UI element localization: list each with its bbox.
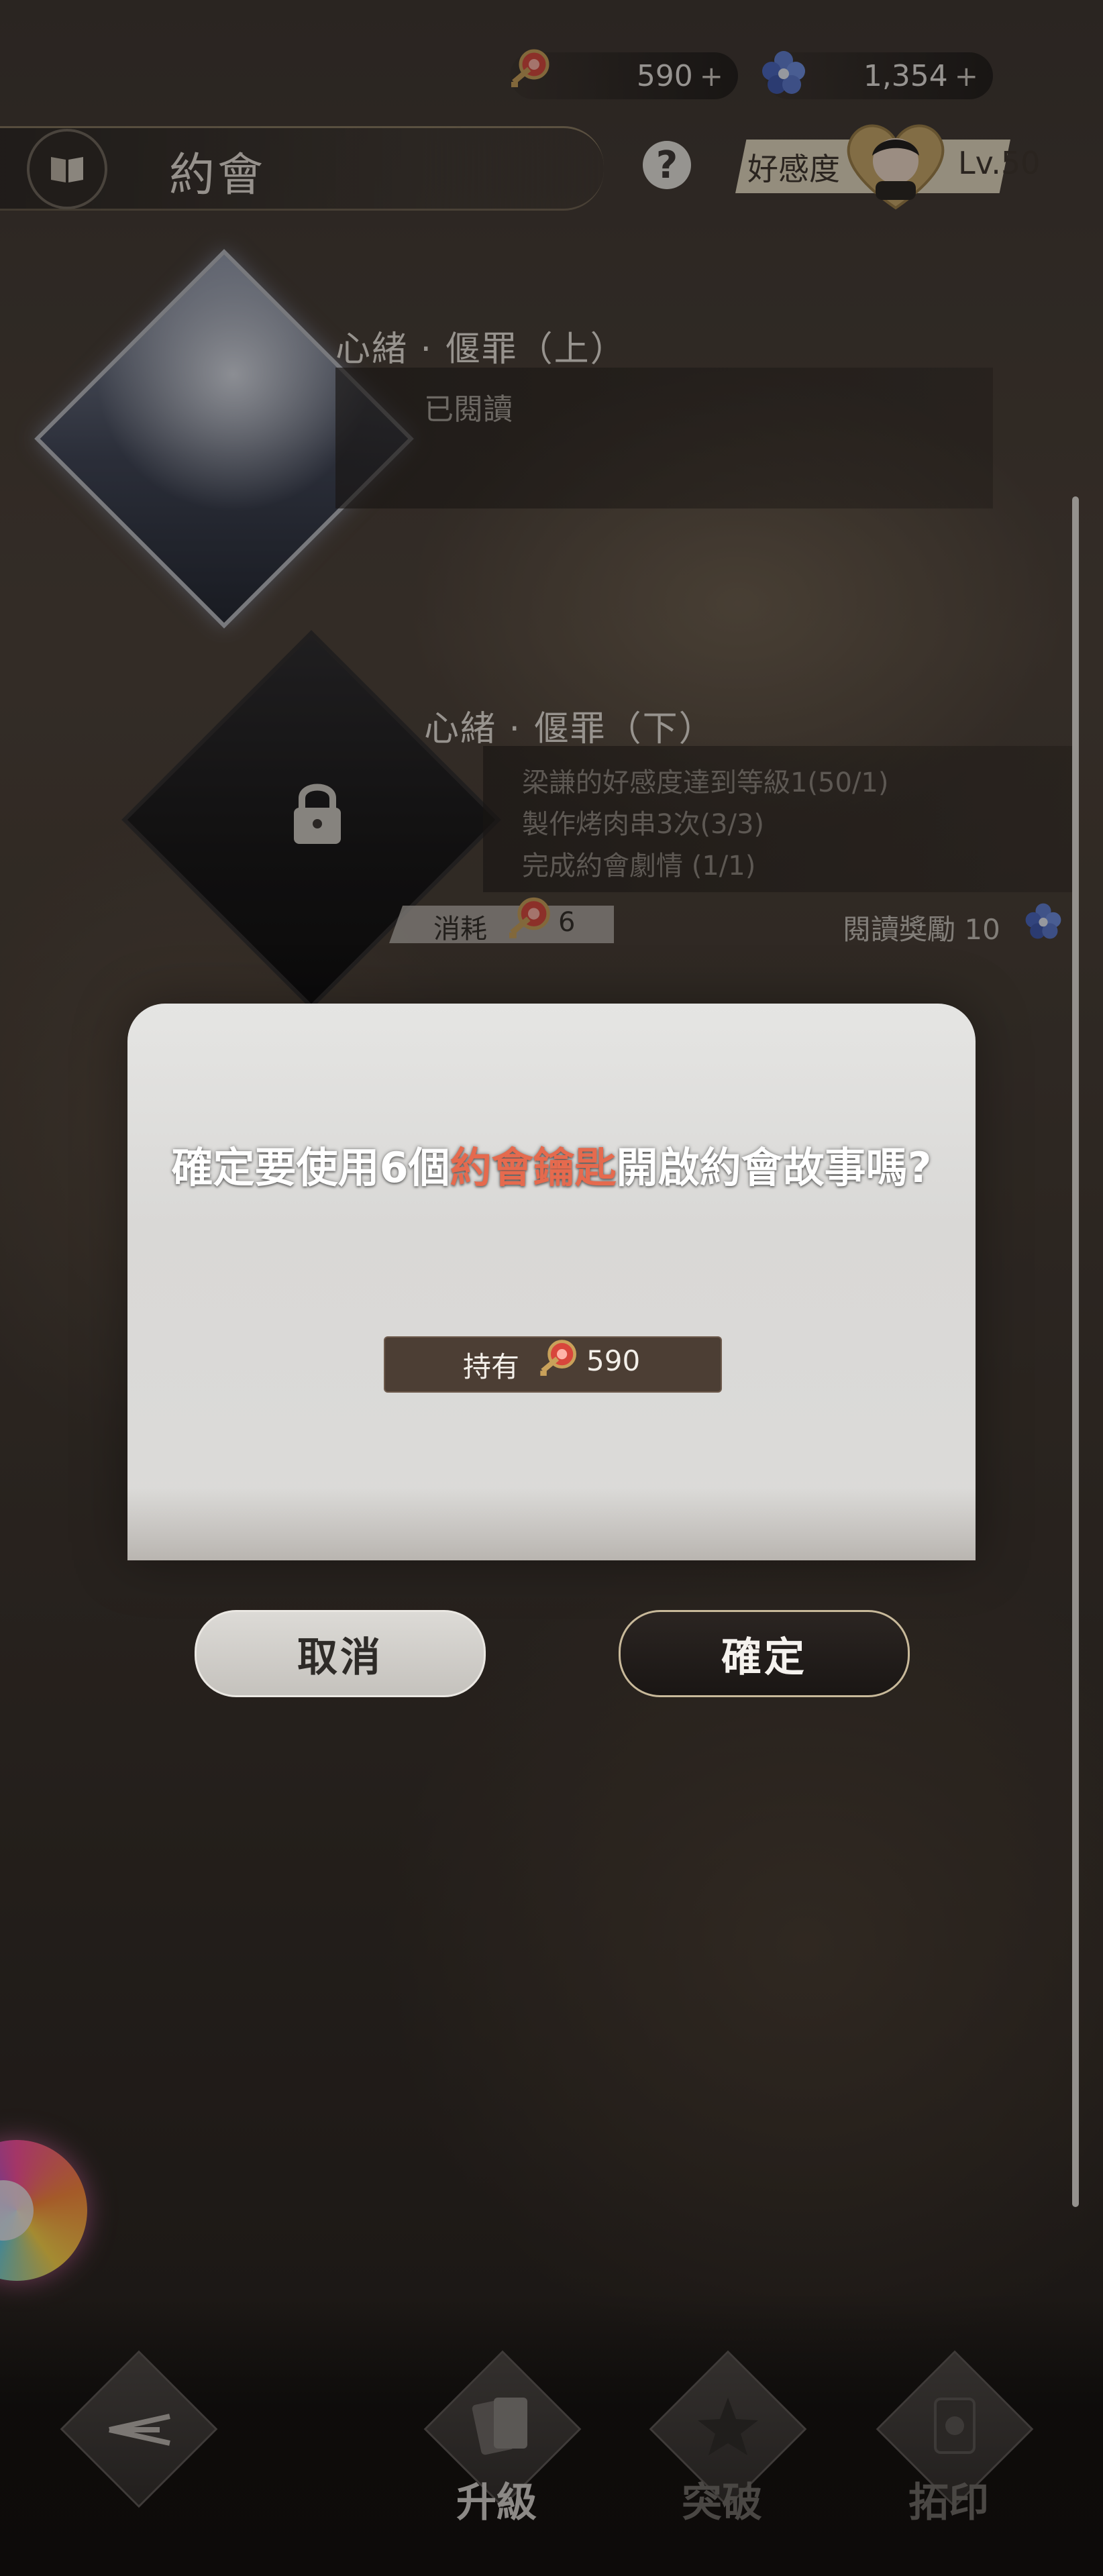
message-prefix: 確定要使用6個 — [171, 1143, 450, 1192]
date-key-icon — [540, 1340, 576, 1376]
owned-value: 590 — [586, 1344, 641, 1377]
message-highlight: 約會鑰匙 — [450, 1143, 617, 1192]
confirm-button[interactable]: 確定 — [619, 1610, 910, 1697]
owned-label: 持有 — [463, 1350, 520, 1383]
cancel-button[interactable]: 取消 — [195, 1610, 486, 1697]
confirm-dialog — [127, 1004, 976, 1560]
dialog-message: 確定要使用6個約會鑰匙開啟約會故事嗎? — [127, 1140, 976, 1195]
message-suffix: 開啟約會故事嗎? — [616, 1143, 932, 1192]
